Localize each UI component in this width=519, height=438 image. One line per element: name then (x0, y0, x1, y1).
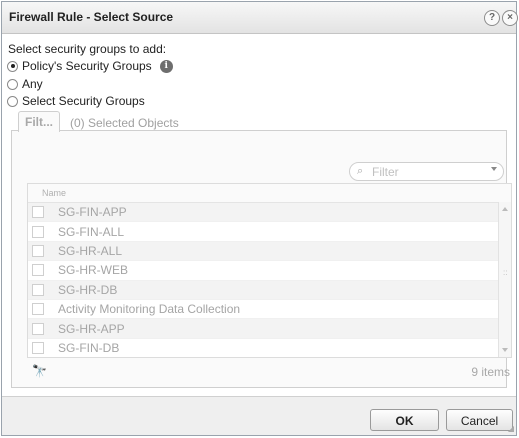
column-header-name[interactable]: Name (28, 184, 511, 203)
row-checkbox[interactable] (32, 244, 44, 257)
tab-selected-objects[interactable]: (0) Selected Objects (70, 116, 179, 130)
row-checkbox[interactable] (32, 283, 44, 296)
row-label: SG-HR-ALL (58, 243, 123, 258)
security-groups-grid: Name SG-FIN-APP SG-FIN-ALL SG-HR-ALL SG-HR-… (27, 183, 512, 358)
table-row[interactable]: SG-HR-WEB (28, 261, 511, 281)
cancel-button[interactable]: Cancel (446, 409, 513, 431)
radio-button[interactable] (7, 78, 18, 90)
radio-button[interactable] (7, 60, 18, 72)
radio-policys-security-groups[interactable]: Policy's Security Groups i (7, 59, 173, 73)
row-label: SG-HR-APP (58, 321, 125, 336)
ok-button[interactable]: OK (370, 409, 439, 431)
grid-footer: 🔭 9 items (27, 359, 512, 384)
row-label: SG-FIN-APP (58, 205, 127, 220)
radio-select-security-groups[interactable]: Select Security Groups (7, 94, 145, 108)
filter-placeholder: Filter (372, 165, 399, 179)
tab-filter[interactable]: Filt... (18, 111, 60, 132)
row-label: Activity Monitoring Data Collection (58, 302, 241, 317)
radio-any[interactable]: Any (7, 77, 43, 91)
table-row[interactable]: SG-FIN-DB (28, 339, 511, 357)
row-label: SG-HR-DB (58, 282, 118, 297)
row-label: SG-HR-WEB (58, 263, 128, 278)
row-checkbox[interactable] (32, 303, 44, 316)
radio-button[interactable] (7, 95, 18, 107)
row-checkbox[interactable] (32, 206, 44, 219)
resize-handle-icon[interactable]: ◢ (508, 424, 514, 433)
table-row[interactable]: SG-FIN-ALL (28, 222, 511, 242)
chevron-down-icon[interactable] (491, 167, 497, 171)
row-label: SG-FIN-ALL (58, 224, 125, 239)
grid-rows: SG-FIN-APP SG-FIN-ALL SG-HR-ALL SG-HR-WEB SG… (28, 203, 511, 357)
dialog-footer: OK Cancel ◢ (2, 396, 516, 435)
row-label: SG-FIN-DB (58, 340, 120, 355)
binoculars-icon[interactable]: 🔭 (32, 364, 47, 378)
row-checkbox[interactable] (32, 322, 44, 335)
select-source-dialog: Firewall Rule - Select Source ? × Select… (1, 1, 518, 436)
scroll-down-icon[interactable] (502, 348, 508, 352)
table-row[interactable]: SG-HR-DB (28, 280, 511, 300)
help-icon[interactable]: ? (484, 10, 500, 26)
table-row[interactable]: SG-HR-APP (28, 319, 511, 339)
table-row[interactable]: SG-FIN-APP (28, 203, 511, 223)
radio-label: Select Security Groups (22, 94, 145, 108)
row-checkbox[interactable] (32, 341, 44, 354)
vertical-scrollbar[interactable]: :: (498, 202, 511, 357)
radio-label: Policy's Security Groups (22, 59, 152, 73)
scroll-up-icon[interactable] (502, 207, 508, 211)
dialog-title: Firewall Rule - Select Source (9, 10, 174, 24)
close-icon[interactable]: × (502, 10, 518, 26)
select-prompt: Select security groups to add: (8, 42, 167, 56)
row-checkbox[interactable] (32, 225, 44, 238)
info-icon[interactable]: i (159, 59, 173, 73)
item-count: 9 items (471, 365, 510, 379)
search-icon: ⌕ (357, 165, 364, 177)
table-row[interactable]: Activity Monitoring Data Collection (28, 300, 511, 320)
row-checkbox[interactable] (32, 264, 44, 277)
title-bar[interactable]: Firewall Rule - Select Source ? × (2, 2, 518, 34)
filter-input[interactable]: ⌕ Filter (349, 162, 504, 181)
table-row[interactable]: SG-HR-ALL (28, 241, 511, 262)
radio-label: Any (22, 77, 43, 91)
scroll-grip-icon[interactable]: :: (503, 268, 507, 277)
